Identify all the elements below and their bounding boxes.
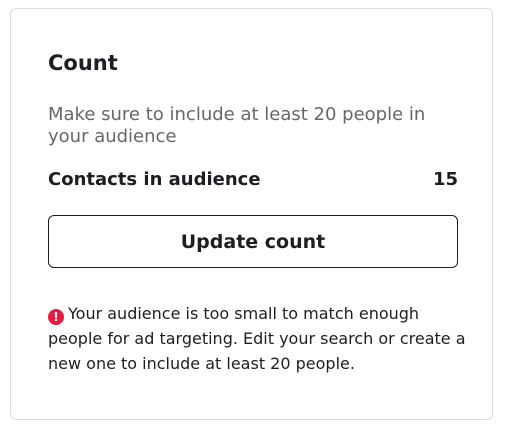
audience-warning: ! Your audience is too small to match eno… <box>48 301 468 376</box>
count-title: Count <box>48 51 118 75</box>
count-card: Count Make sure to include at least 20 p… <box>10 8 493 420</box>
audience-size-hint: Make sure to include at least 20 people … <box>48 104 426 147</box>
contacts-label: Contacts in audience <box>48 169 261 190</box>
contacts-value: 15 <box>432 169 458 190</box>
update-count-button[interactable]: Update count <box>48 215 458 268</box>
warning-text: Your audience is too small to match enou… <box>48 304 466 373</box>
alert-icon: ! <box>48 309 64 325</box>
contacts-count-row: Contacts in audience 15 <box>48 169 458 195</box>
